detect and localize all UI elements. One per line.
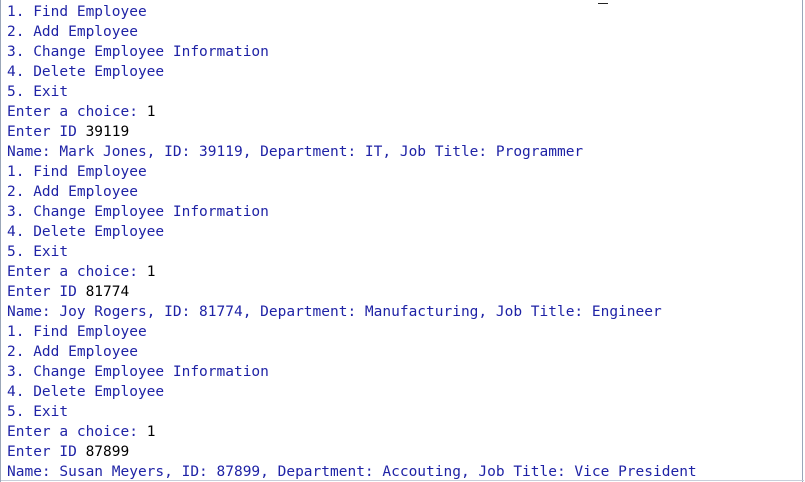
- output-text: 5. Exit: [7, 244, 69, 260]
- output-text: 4. Delete Employee: [7, 64, 165, 80]
- console-line: Name: Mark Jones, ID: 39119, Department:…: [7, 142, 697, 162]
- console-line: 4. Delete Employee: [7, 222, 697, 242]
- output-text: 5. Exit: [7, 404, 69, 420]
- output-text: 1. Find Employee: [7, 4, 147, 20]
- console-line: 2. Add Employee: [7, 342, 697, 362]
- output-text: 2. Add Employee: [7, 24, 138, 40]
- console-line: Enter a choice: 1: [7, 102, 697, 122]
- output-text: 2. Add Employee: [7, 344, 138, 360]
- console-window[interactable]: 1. Find Employee 2. Add Employee 3. Change…: [0, 0, 804, 482]
- console-line: 5. Exit: [7, 82, 697, 102]
- console-line: Name: Joy Rogers, ID: 81774, Department:…: [7, 302, 697, 322]
- console-line: 1. Find Employee: [7, 2, 697, 22]
- bottom-divider: [1, 480, 804, 481]
- console-line: 3. Change Employee Information: [7, 202, 697, 222]
- console-line: 2. Add Employee: [7, 22, 697, 42]
- user-input-text: 39119: [85, 124, 130, 140]
- prompt-text: Enter ID: [7, 124, 86, 140]
- console-line: Name: Susan Meyers, ID: 87899, Departmen…: [7, 462, 697, 482]
- console-line: Enter a choice: 1: [7, 422, 697, 442]
- console-line: Enter a choice: 1: [7, 262, 697, 282]
- console-line: Enter ID 87899: [7, 442, 697, 462]
- user-input-text: 1: [146, 424, 156, 440]
- output-text: Name: Joy Rogers, ID: 81774, Department:…: [7, 304, 662, 320]
- output-text: 3. Change Employee Information: [7, 364, 269, 380]
- console-line: 3. Change Employee Information: [7, 362, 697, 382]
- console-line: 4. Delete Employee: [7, 62, 697, 82]
- console-line: 1. Find Employee: [7, 322, 697, 342]
- prompt-text: Enter a choice:: [7, 104, 147, 120]
- prompt-text: Enter a choice:: [7, 264, 147, 280]
- output-text: Name: Mark Jones, ID: 39119, Department:…: [7, 144, 584, 160]
- user-input-text: 1: [146, 264, 156, 280]
- user-input-text: 87899: [85, 444, 130, 460]
- console-line: Enter ID 39119: [7, 122, 697, 142]
- console-line: 1. Find Employee: [7, 162, 697, 182]
- output-text: 3. Change Employee Information: [7, 44, 269, 60]
- prompt-text: Enter ID: [7, 284, 86, 300]
- console-line: 2. Add Employee: [7, 182, 697, 202]
- user-input-text: 1: [146, 104, 156, 120]
- console-line: 5. Exit: [7, 242, 697, 262]
- console-output: 1. Find Employee 2. Add Employee 3. Change…: [7, 2, 697, 482]
- output-text: 2. Add Employee: [7, 184, 138, 200]
- prompt-text: Enter a choice:: [7, 424, 147, 440]
- output-text: 1. Find Employee: [7, 164, 147, 180]
- console-line: Enter ID 81774: [7, 282, 697, 302]
- console-line: 4. Delete Employee: [7, 382, 697, 402]
- console-line: 3. Change Employee Information: [7, 42, 697, 62]
- output-text: 4. Delete Employee: [7, 224, 165, 240]
- console-line: 5. Exit: [7, 402, 697, 422]
- prompt-text: Enter ID: [7, 444, 86, 460]
- output-text: 5. Exit: [7, 84, 69, 100]
- output-text: Name: Susan Meyers, ID: 87899, Departmen…: [7, 464, 697, 480]
- output-text: 1. Find Employee: [7, 324, 147, 340]
- user-input-text: 81774: [85, 284, 130, 300]
- output-text: 4. Delete Employee: [7, 384, 165, 400]
- output-text: 3. Change Employee Information: [7, 204, 269, 220]
